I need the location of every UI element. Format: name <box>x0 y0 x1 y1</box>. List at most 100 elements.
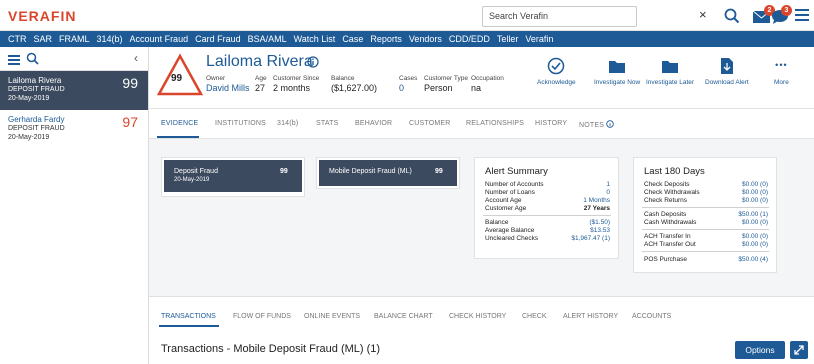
expand-button[interactable] <box>790 341 808 359</box>
customer-header: 99 Lailoma Rivera Owner David Mills Age … <box>149 47 814 109</box>
active-tab-indicator <box>157 136 199 138</box>
check-circle-icon <box>548 57 565 75</box>
nav-vendors[interactable]: Vendors <box>409 34 442 44</box>
alert-score: 99 <box>122 75 138 91</box>
nav-framl[interactable]: FRAML <box>59 34 90 44</box>
tab-customer[interactable]: CUSTOMER <box>409 120 451 127</box>
download-alert-button[interactable]: Download Alert <box>705 57 749 86</box>
mobile-deposit-fraud-card[interactable]: Mobile Deposit Fraud (ML) 99 <box>316 157 460 189</box>
tab-behavior[interactable]: BEHAVIOR <box>355 120 392 127</box>
activity-row: Cash Withdrawals $0.00 (0) <box>644 219 768 226</box>
deposit-fraud-title: Deposit Fraud <box>174 168 218 175</box>
investigate-later-button[interactable]: Investigate Later <box>646 57 694 86</box>
tab-history[interactable]: HISTORY <box>535 120 567 127</box>
balance-value: ($1,627.00) <box>331 83 378 93</box>
tab-check[interactable]: CHECK <box>522 313 547 320</box>
options-button[interactable]: Options <box>735 341 785 359</box>
owner-link[interactable]: David Mills <box>206 83 250 93</box>
tab-online-events[interactable]: ONLINE EVENTS <box>304 313 360 320</box>
balance-label: Balance <box>331 75 355 82</box>
summary-row: Customer Age 27 Years <box>485 205 610 212</box>
collapse-chevron-icon[interactable]: ‹ <box>134 52 138 64</box>
investigate-now-button[interactable]: Investigate Now <box>594 57 640 86</box>
summary-row: Account Age 1 Months <box>485 197 610 204</box>
transactions-title: Transactions - Mobile Deposit Fraud (ML)… <box>161 343 381 355</box>
tab-balance-chart[interactable]: BALANCE CHART <box>374 313 433 320</box>
tab-alert-history[interactable]: ALERT HISTORY <box>563 313 618 320</box>
mobile-deposit-fraud-title: Mobile Deposit Fraud (ML) <box>329 168 412 175</box>
mobile-deposit-fraud-score: 99 <box>435 168 443 175</box>
nav-card-fraud[interactable]: Card Fraud <box>195 34 241 44</box>
search-input[interactable]: Search Verafin <box>482 6 637 27</box>
activity-row: ACH Transfer In $0.00 (0) <box>644 233 768 240</box>
tab-check-history[interactable]: CHECK HISTORY <box>449 313 506 320</box>
alert-queue-sidebar: ‹ Lailoma Rivera DEPOSIT FRAUD 20-May-20… <box>0 47 149 364</box>
cases-link[interactable]: 0 <box>399 83 417 93</box>
clear-search-icon[interactable]: × <box>699 8 707 22</box>
activity-divider <box>642 229 769 230</box>
nav-account-fraud[interactable]: Account Fraud <box>130 34 189 44</box>
more-label: More <box>774 79 789 86</box>
alert-list-item[interactable]: Lailoma Rivera DEPOSIT FRAUD 20-May-2019… <box>0 71 148 110</box>
deposit-fraud-card[interactable]: Deposit Fraud 20-May-2019 99 <box>161 157 305 197</box>
nav-reports[interactable]: Reports <box>370 34 402 44</box>
summary-row: Number of Loans 0 <box>485 189 610 196</box>
nav-314b[interactable]: 314(b) <box>97 34 123 44</box>
folder-icon <box>609 61 626 73</box>
queue-search-icon[interactable] <box>26 52 39 65</box>
activity-row: Cash Deposits $50.00 (1) <box>644 211 768 218</box>
nav-cdd-edd[interactable]: CDD/EDD <box>449 34 490 44</box>
summary-row: Uncleared Checks $1,967.47 (1) <box>485 235 610 242</box>
alert-list-item[interactable]: Gerharda Fardy DEPOSIT FRAUD 20-May-2019… <box>0 110 148 149</box>
acknowledge-button[interactable]: Acknowledge <box>537 57 576 86</box>
occupation-field: Occupation na <box>471 75 504 93</box>
nav-sar[interactable]: SAR <box>34 34 53 44</box>
chat-count-badge: 3 <box>781 5 792 16</box>
more-button[interactable]: ••• More <box>774 57 789 86</box>
deposit-fraud-header: Deposit Fraud 20-May-2019 99 <box>164 160 302 192</box>
nav-teller[interactable]: Teller <box>497 34 519 44</box>
alert-date: 20-May-2019 <box>8 95 50 102</box>
nav-case[interactable]: Case <box>342 34 363 44</box>
alert-customer-name: Lailoma Rivera <box>8 76 62 85</box>
cases-field: Cases 0 <box>399 75 417 93</box>
alert-date: 20-May-2019 <box>8 134 50 141</box>
alert-score: 97 <box>122 114 138 130</box>
nav-ctr[interactable]: CTR <box>8 34 27 44</box>
activity-divider <box>642 207 769 208</box>
sidebar-toolbar: ‹ <box>0 47 148 71</box>
folder-clock-icon <box>662 61 679 73</box>
activity-row: Check Returns $0.00 (0) <box>644 197 768 204</box>
occupation-label: Occupation <box>471 75 504 82</box>
nav-bsa-aml[interactable]: BSA/AML <box>248 34 287 44</box>
deposit-fraud-date: 20-May-2019 <box>174 177 210 183</box>
nav-watch-list[interactable]: Watch List <box>294 34 336 44</box>
mobile-deposit-fraud-header: Mobile Deposit Fraud (ML) 99 <box>319 160 457 186</box>
queue-menu-icon[interactable] <box>8 55 20 67</box>
occupation-value: na <box>471 83 482 93</box>
search-icon[interactable] <box>724 8 740 24</box>
tab-evidence[interactable]: EVIDENCE <box>161 120 198 127</box>
tab-stats[interactable]: STATS <box>316 120 339 127</box>
notes-info-icon <box>606 120 615 128</box>
verafin-logo[interactable]: VERAFIN <box>8 8 76 24</box>
tab-accounts[interactable]: ACCOUNTS <box>632 313 671 320</box>
customer-name: Lailoma Rivera <box>206 53 313 70</box>
info-icon[interactable] <box>307 56 319 68</box>
activity-row: POS Purchase $50.00 (4) <box>644 256 768 263</box>
tab-relationships[interactable]: RELATIONSHIPS <box>466 120 524 127</box>
tab-transactions[interactable]: TRANSACTIONS <box>161 313 216 320</box>
tab-314b[interactable]: 314(b) <box>277 120 298 127</box>
alert-summary-card: Alert Summary Number of Accounts 1 Number… <box>474 157 619 259</box>
nav-verafin[interactable]: Verafin <box>525 34 553 44</box>
main-menu-icon[interactable] <box>795 9 809 24</box>
tab-institutions[interactable]: INSTITUTIONS <box>215 120 266 127</box>
alert-customer-name: Gerharda Fardy <box>8 115 65 124</box>
activity-row: Check Withdrawals $0.00 (0) <box>644 189 768 196</box>
tab-flow-of-funds[interactable]: FLOW OF FUNDS <box>233 313 291 320</box>
more-dots-icon: ••• <box>775 60 788 70</box>
tab-notes[interactable]: NOTES <box>579 120 615 129</box>
age-label: Age <box>255 75 267 82</box>
summary-divider <box>483 215 611 216</box>
activity-divider <box>642 251 769 252</box>
